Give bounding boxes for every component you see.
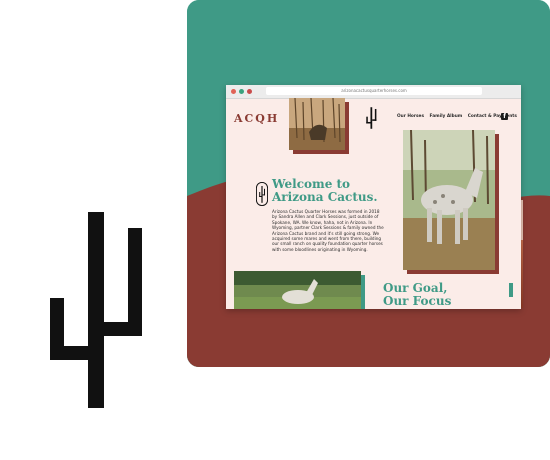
welcome-heading: Welcome to Arizona Cactus. [272, 178, 382, 204]
goal-accent-bar [509, 283, 513, 297]
goal-heading: Our Goal, Our Focus [383, 282, 493, 308]
browser-window: arizonacactusquarterhorses.com ACQH Our … [226, 85, 521, 309]
browser-toolbar: arizonacactusquarterhorses.com [226, 85, 521, 99]
minimize-dot-icon[interactable] [239, 89, 244, 94]
cactus-logo-icon [50, 212, 142, 408]
maximize-dot-icon[interactable] [247, 89, 252, 94]
welcome-paragraph: Arizona Cactus Quarter Horses was formed… [272, 209, 384, 252]
hero-photo-reeds [289, 98, 345, 150]
welcome-heading-line2: Arizona Cactus. [272, 190, 378, 204]
close-dot-icon[interactable] [231, 89, 236, 94]
welcome-cactus-icon [256, 182, 268, 206]
nav-our-horses[interactable]: Our Horses [397, 114, 424, 119]
site-logo[interactable]: ACQH [234, 112, 279, 125]
horse-pasture-photo [234, 271, 361, 309]
goal-heading-line2: Our Focus [383, 294, 452, 308]
address-bar[interactable]: arizonacactusquarterhorses.com [266, 87, 482, 95]
nav-family-album[interactable]: Family Album [430, 114, 463, 119]
nav-cactus-icon[interactable] [366, 107, 378, 129]
white-horse-photo [403, 130, 495, 270]
nav-contact-payments[interactable]: Contact & Payments [468, 114, 517, 119]
facebook-icon[interactable]: f [501, 113, 508, 120]
